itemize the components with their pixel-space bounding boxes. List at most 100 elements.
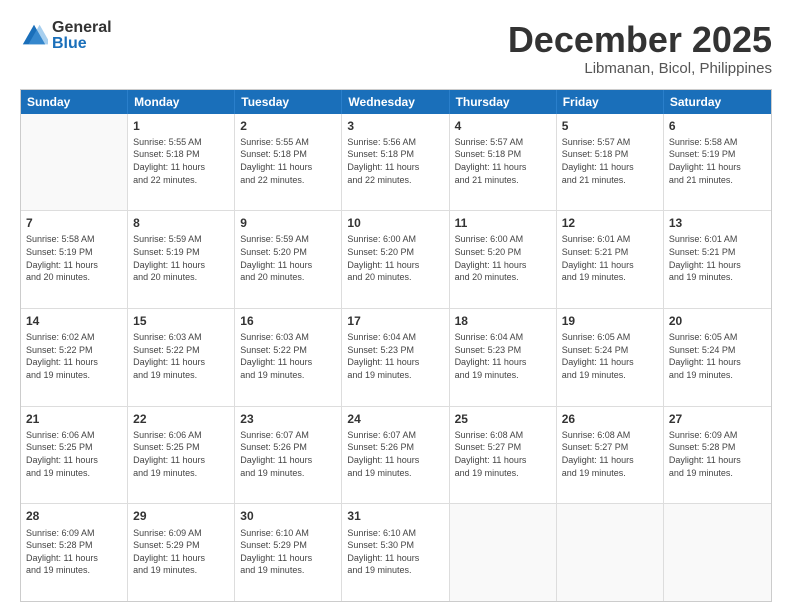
cell-info: Sunrise: 6:00 AM Sunset: 5:20 PM Dayligh…	[347, 233, 443, 283]
calendar-cell: 6 Sunrise: 5:58 AM Sunset: 5:19 PM Daylig…	[664, 114, 771, 211]
day-number: 10	[347, 215, 443, 231]
weekday-header: Tuesday	[235, 90, 342, 114]
calendar-cell: 19 Sunrise: 6:05 AM Sunset: 5:24 PM Dayli…	[557, 309, 664, 406]
calendar-cell	[664, 504, 771, 601]
cell-info: Sunrise: 6:10 AM Sunset: 5:29 PM Dayligh…	[240, 527, 336, 577]
calendar-cell: 18 Sunrise: 6:04 AM Sunset: 5:23 PM Dayli…	[450, 309, 557, 406]
day-number: 7	[26, 215, 122, 231]
calendar-cell: 23 Sunrise: 6:07 AM Sunset: 5:26 PM Dayli…	[235, 407, 342, 504]
day-number: 1	[133, 118, 229, 134]
calendar-row: 21Sunrise: 6:06 AM Sunset: 5:25 PM Dayli…	[21, 407, 771, 505]
cell-info: Sunrise: 6:05 AM Sunset: 5:24 PM Dayligh…	[669, 331, 766, 381]
calendar-cell: 28Sunrise: 6:09 AM Sunset: 5:28 PM Dayli…	[21, 504, 128, 601]
day-number: 26	[562, 411, 658, 427]
calendar-header: SundayMondayTuesdayWednesdayThursdayFrid…	[21, 90, 771, 114]
calendar-cell: 25 Sunrise: 6:08 AM Sunset: 5:27 PM Dayli…	[450, 407, 557, 504]
calendar-cell: 3Sunrise: 5:56 AM Sunset: 5:18 PM Daylig…	[342, 114, 449, 211]
header: General Blue December 2025 Libmanan, Bic…	[20, 20, 772, 77]
day-number: 4	[455, 118, 551, 134]
day-number: 23	[240, 411, 336, 427]
day-number: 13	[669, 215, 766, 231]
day-number: 24	[347, 411, 443, 427]
cell-info: Sunrise: 6:00 AM Sunset: 5:20 PM Dayligh…	[455, 233, 551, 283]
location: Libmanan, Bicol, Philippines	[508, 60, 772, 77]
calendar-container: SundayMondayTuesdayWednesdayThursdayFrid…	[20, 89, 772, 602]
cell-info: Sunrise: 6:03 AM Sunset: 5:22 PM Dayligh…	[133, 331, 229, 381]
cell-info: Sunrise: 5:58 AM Sunset: 5:19 PM Dayligh…	[669, 136, 766, 186]
cell-info: Sunrise: 6:01 AM Sunset: 5:21 PM Dayligh…	[669, 233, 766, 283]
cell-info: Sunrise: 6:10 AM Sunset: 5:30 PM Dayligh…	[347, 527, 443, 577]
weekday-header: Friday	[557, 90, 664, 114]
calendar-cell: 24 Sunrise: 6:07 AM Sunset: 5:26 PM Dayli…	[342, 407, 449, 504]
weekday-header: Thursday	[450, 90, 557, 114]
cell-info: Sunrise: 6:07 AM Sunset: 5:26 PM Dayligh…	[347, 429, 443, 479]
day-number: 14	[26, 313, 122, 329]
calendar-cell: 1 Sunrise: 5:55 AM Sunset: 5:18 PM Daylig…	[128, 114, 235, 211]
day-number: 27	[669, 411, 766, 427]
logo-text: General Blue	[52, 20, 112, 52]
weekday-header: Monday	[128, 90, 235, 114]
calendar-cell: 5 Sunrise: 5:57 AM Sunset: 5:18 PM Daylig…	[557, 114, 664, 211]
cell-info: Sunrise: 5:59 AM Sunset: 5:20 PM Dayligh…	[240, 233, 336, 283]
calendar-row: 14Sunrise: 6:02 AM Sunset: 5:22 PM Dayli…	[21, 309, 771, 407]
calendar-cell: 7Sunrise: 5:58 AM Sunset: 5:19 PM Daylig…	[21, 211, 128, 308]
cell-info: Sunrise: 6:01 AM Sunset: 5:21 PM Dayligh…	[562, 233, 658, 283]
calendar-cell: 15 Sunrise: 6:03 AM Sunset: 5:22 PM Dayli…	[128, 309, 235, 406]
cell-info: Sunrise: 6:06 AM Sunset: 5:25 PM Dayligh…	[133, 429, 229, 479]
day-number: 30	[240, 508, 336, 524]
cell-info: Sunrise: 6:03 AM Sunset: 5:22 PM Dayligh…	[240, 331, 336, 381]
logo-general: General	[52, 20, 112, 36]
day-number: 2	[240, 118, 336, 134]
day-number: 5	[562, 118, 658, 134]
calendar-cell: 12Sunrise: 6:01 AM Sunset: 5:21 PM Dayli…	[557, 211, 664, 308]
calendar-cell	[557, 504, 664, 601]
cell-info: Sunrise: 6:04 AM Sunset: 5:23 PM Dayligh…	[455, 331, 551, 381]
day-number: 8	[133, 215, 229, 231]
calendar-cell: 31Sunrise: 6:10 AM Sunset: 5:30 PM Dayli…	[342, 504, 449, 601]
cell-info: Sunrise: 6:05 AM Sunset: 5:24 PM Dayligh…	[562, 331, 658, 381]
calendar-cell: 22 Sunrise: 6:06 AM Sunset: 5:25 PM Dayli…	[128, 407, 235, 504]
day-number: 18	[455, 313, 551, 329]
calendar-cell: 16Sunrise: 6:03 AM Sunset: 5:22 PM Dayli…	[235, 309, 342, 406]
weekday-header: Sunday	[21, 90, 128, 114]
cell-info: Sunrise: 6:09 AM Sunset: 5:28 PM Dayligh…	[26, 527, 122, 577]
day-number: 17	[347, 313, 443, 329]
day-number: 19	[562, 313, 658, 329]
day-number: 15	[133, 313, 229, 329]
cell-info: Sunrise: 6:08 AM Sunset: 5:27 PM Dayligh…	[562, 429, 658, 479]
day-number: 25	[455, 411, 551, 427]
cell-info: Sunrise: 5:57 AM Sunset: 5:18 PM Dayligh…	[562, 136, 658, 186]
cell-info: Sunrise: 5:55 AM Sunset: 5:18 PM Dayligh…	[133, 136, 229, 186]
calendar-cell: 2 Sunrise: 5:55 AM Sunset: 5:18 PM Daylig…	[235, 114, 342, 211]
calendar-cell: 10 Sunrise: 6:00 AM Sunset: 5:20 PM Dayli…	[342, 211, 449, 308]
calendar-row: 28Sunrise: 6:09 AM Sunset: 5:28 PM Dayli…	[21, 504, 771, 601]
day-number: 29	[133, 508, 229, 524]
day-number: 9	[240, 215, 336, 231]
weekday-header: Wednesday	[342, 90, 449, 114]
cell-info: Sunrise: 5:55 AM Sunset: 5:18 PM Dayligh…	[240, 136, 336, 186]
cell-info: Sunrise: 5:56 AM Sunset: 5:18 PM Dayligh…	[347, 136, 443, 186]
cell-info: Sunrise: 6:08 AM Sunset: 5:27 PM Dayligh…	[455, 429, 551, 479]
calendar-cell: 4 Sunrise: 5:57 AM Sunset: 5:18 PM Daylig…	[450, 114, 557, 211]
cell-info: Sunrise: 5:57 AM Sunset: 5:18 PM Dayligh…	[455, 136, 551, 186]
cell-info: Sunrise: 6:09 AM Sunset: 5:28 PM Dayligh…	[669, 429, 766, 479]
calendar-row: 1 Sunrise: 5:55 AM Sunset: 5:18 PM Daylig…	[21, 114, 771, 212]
day-number: 6	[669, 118, 766, 134]
calendar-cell: 14Sunrise: 6:02 AM Sunset: 5:22 PM Dayli…	[21, 309, 128, 406]
calendar-cell: 21Sunrise: 6:06 AM Sunset: 5:25 PM Dayli…	[21, 407, 128, 504]
day-number: 20	[669, 313, 766, 329]
cell-info: Sunrise: 6:06 AM Sunset: 5:25 PM Dayligh…	[26, 429, 122, 479]
logo-blue: Blue	[52, 36, 112, 52]
calendar-cell: 8 Sunrise: 5:59 AM Sunset: 5:19 PM Daylig…	[128, 211, 235, 308]
title-area: December 2025 Libmanan, Bicol, Philippin…	[508, 20, 772, 77]
logo: General Blue	[20, 20, 112, 52]
calendar-cell: 17Sunrise: 6:04 AM Sunset: 5:23 PM Dayli…	[342, 309, 449, 406]
cell-info: Sunrise: 6:07 AM Sunset: 5:26 PM Dayligh…	[240, 429, 336, 479]
calendar-body: 1 Sunrise: 5:55 AM Sunset: 5:18 PM Daylig…	[21, 114, 771, 601]
cell-info: Sunrise: 5:59 AM Sunset: 5:19 PM Dayligh…	[133, 233, 229, 283]
page: General Blue December 2025 Libmanan, Bic…	[0, 0, 792, 612]
day-number: 11	[455, 215, 551, 231]
day-number: 22	[133, 411, 229, 427]
cell-info: Sunrise: 6:09 AM Sunset: 5:29 PM Dayligh…	[133, 527, 229, 577]
calendar-cell: 30 Sunrise: 6:10 AM Sunset: 5:29 PM Dayli…	[235, 504, 342, 601]
